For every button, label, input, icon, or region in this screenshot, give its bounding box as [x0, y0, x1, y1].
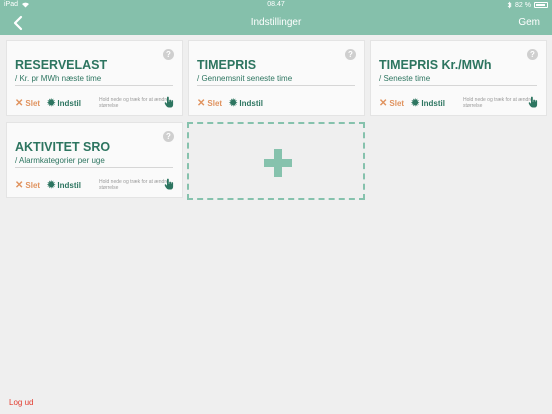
resize-hint: Hold nede og træk for at ændre størrelse: [99, 179, 169, 191]
close-icon: ✕: [15, 97, 24, 109]
logout-link[interactable]: Log ud: [9, 398, 33, 407]
status-time: 08.47: [267, 1, 285, 8]
card-title: TIMEPRIS: [197, 58, 257, 72]
drag-hand-icon[interactable]: [528, 96, 539, 108]
delete-label: Slet: [25, 181, 41, 190]
drag-hand-icon[interactable]: [164, 178, 175, 190]
add-widget-button[interactable]: [187, 122, 365, 200]
widget-card-timepris: ? TIMEPRIS / Gennemsnit seneste time ✕ S…: [188, 40, 365, 116]
delete-button[interactable]: ✕ Slet: [15, 97, 41, 109]
battery-percent: 82 %: [515, 1, 531, 9]
setup-button[interactable]: ✹ Indstil: [229, 97, 263, 109]
close-icon: ✕: [379, 97, 388, 109]
card-title: TIMEPRIS Kr./MWh: [379, 58, 492, 72]
setup-label: Indstil: [239, 99, 263, 108]
nav-bar: Indstillinger Gem: [0, 11, 552, 35]
widget-card-reservelast: ? RESERVELAST / Kr. pr MWh næste time ✕ …: [6, 40, 183, 116]
bluetooth-icon: [507, 1, 512, 9]
battery-icon: [534, 2, 548, 8]
delete-label: Slet: [25, 99, 41, 108]
close-icon: ✕: [15, 179, 24, 191]
gear-icon: ✹: [47, 97, 56, 109]
status-right: 82 %: [507, 1, 548, 9]
delete-label: Slet: [207, 99, 223, 108]
divider: [15, 85, 173, 86]
resize-hint: Hold nede og træk for at ændre størrelse: [99, 97, 169, 109]
card-subtitle: / Seneste time: [379, 74, 431, 83]
drag-hand-icon[interactable]: [164, 96, 175, 108]
setup-button[interactable]: ✹ Indstil: [47, 97, 81, 109]
page-title: Indstillinger: [250, 17, 302, 28]
setup-label: Indstil: [421, 99, 445, 108]
help-icon[interactable]: ?: [163, 49, 174, 60]
card-title: RESERVELAST: [15, 58, 108, 72]
widget-card-timepris-kr-mwh: ? TIMEPRIS Kr./MWh / Seneste time ✕ Slet…: [370, 40, 547, 116]
divider: [197, 85, 355, 86]
plus-icon: [264, 149, 292, 177]
setup-label: Indstil: [57, 181, 81, 190]
help-icon[interactable]: ?: [527, 49, 538, 60]
card-subtitle: / Kr. pr MWh næste time: [15, 74, 102, 83]
save-button[interactable]: Gem: [518, 17, 540, 28]
setup-label: Indstil: [57, 99, 81, 108]
delete-button[interactable]: ✕ Slet: [379, 97, 405, 109]
resize-hint: Hold nede og træk for at ændre størrelse: [463, 97, 533, 109]
card-subtitle: / Gennemsnit seneste time: [197, 74, 293, 83]
divider: [379, 85, 537, 86]
gear-icon: ✹: [229, 97, 238, 109]
help-icon[interactable]: ?: [163, 131, 174, 142]
status-bar: iPad 08.47 82 %: [0, 0, 552, 11]
divider: [15, 167, 173, 168]
gear-icon: ✹: [47, 179, 56, 191]
setup-button[interactable]: ✹ Indstil: [47, 179, 81, 191]
card-subtitle: / Alarmkategorier per uge: [15, 156, 105, 165]
help-icon[interactable]: ?: [345, 49, 356, 60]
close-icon: ✕: [197, 97, 206, 109]
setup-button[interactable]: ✹ Indstil: [411, 97, 445, 109]
card-title: AKTIVITET SRO: [15, 140, 111, 154]
widget-card-aktivitet-sro: ? AKTIVITET SRO / Alarmkategorier per ug…: [6, 122, 183, 198]
gear-icon: ✹: [411, 97, 420, 109]
delete-button[interactable]: ✕ Slet: [15, 179, 41, 191]
delete-label: Slet: [389, 99, 405, 108]
delete-button[interactable]: ✕ Slet: [197, 97, 223, 109]
